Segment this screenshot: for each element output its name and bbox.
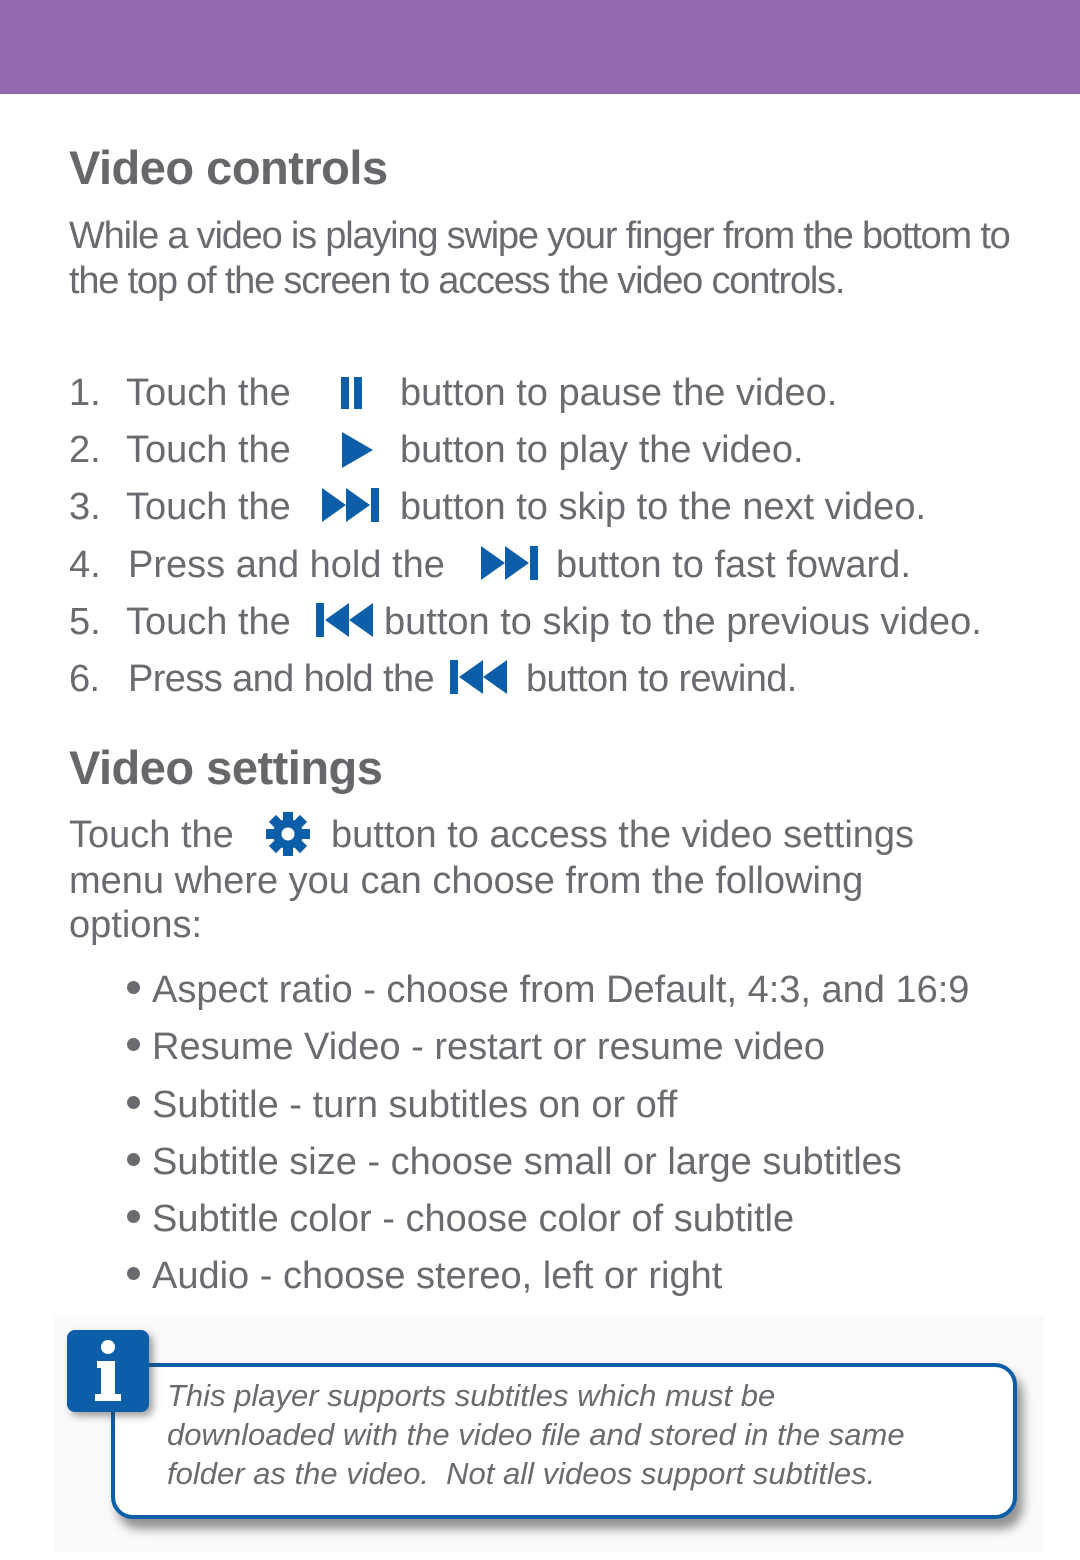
skip-next-icon: [481, 546, 539, 580]
bullet-icon: [127, 1038, 140, 1052]
step-text-after: button to rewind.: [526, 658, 797, 700]
step-text-after: button to play the video.: [400, 429, 804, 471]
note-line: downloaded with the video file and store…: [167, 1417, 905, 1452]
step-text-before: Touch the: [126, 372, 291, 414]
settings-option: Subtitle - turn subtitles on or off: [127, 1080, 677, 1130]
step-text-before: Touch the: [126, 601, 291, 643]
info-icon: [67, 1330, 149, 1412]
header-band: [0, 0, 1080, 94]
option-text: Audio - choose stereo, left or right: [152, 1255, 723, 1297]
note-line: folder as the video. Not all videos supp…: [167, 1456, 876, 1491]
intro-text-before: Touch the: [69, 814, 234, 856]
option-text: Aspect ratio - choose from Default, 4:3,…: [152, 969, 970, 1011]
skip-next-icon: [322, 488, 380, 522]
step-text-after: button to pause the video.: [400, 372, 838, 414]
step-number: 4.: [69, 544, 101, 586]
intro-text-line3: options:: [69, 904, 203, 946]
skip-previous-icon: [316, 603, 374, 637]
intro-text-after: button to access the video settings: [331, 814, 915, 856]
bullet-icon: [127, 1153, 140, 1167]
option-text: Subtitle color - choose color of subtitl…: [152, 1198, 795, 1240]
settings-option: Resume Video - restart or resume video: [127, 1022, 825, 1072]
bullet-icon: [127, 981, 140, 995]
option-text: Subtitle - turn subtitles on or off: [152, 1084, 678, 1126]
video-controls-title: Video controls: [69, 141, 388, 194]
bullet-icon: [127, 1096, 140, 1110]
step-number: 2.: [69, 429, 101, 471]
settings-option: Audio - choose stereo, left or right: [127, 1251, 722, 1301]
step-text-before: Touch the: [126, 486, 291, 528]
settings-option: Subtitle color - choose color of subtitl…: [127, 1194, 794, 1244]
step-number: 1.: [69, 372, 101, 414]
step-text-before: Press and hold the: [128, 544, 445, 586]
note-line: This player supports subtitles which mus…: [167, 1378, 776, 1413]
video-settings-title: Video settings: [69, 741, 383, 794]
bullet-icon: [127, 1267, 140, 1281]
step-text-after: button to fast foward.: [556, 544, 911, 586]
play-icon: [342, 432, 374, 468]
settings-option: Aspect ratio - choose from Default, 4:3,…: [127, 965, 969, 1015]
intro-text-line2: menu where you can choose from the follo…: [69, 860, 864, 902]
gear-icon: [265, 811, 311, 857]
pause-icon: [341, 377, 363, 409]
step-text-after: button to skip to the previous video.: [384, 601, 982, 643]
skip-previous-icon: [450, 660, 508, 694]
note-text: This player supports subtitles which mus…: [167, 1376, 1007, 1493]
step-text-before: Press and hold the: [128, 658, 435, 700]
step-number: 6.: [69, 658, 100, 700]
step-text-after: button to skip to the next video.: [400, 486, 927, 528]
settings-option: Subtitle size - choose small or large su…: [127, 1137, 902, 1187]
step-number: 5.: [69, 601, 101, 643]
bullet-icon: [127, 1210, 140, 1224]
step-text-before: Touch the: [126, 429, 291, 471]
video-controls-intro: While a video is playing swipe your fing…: [69, 215, 1011, 302]
option-text: Resume Video - restart or resume video: [152, 1026, 826, 1068]
step-number: 3.: [69, 486, 101, 528]
option-text: Subtitle size - choose small or large su…: [152, 1141, 902, 1183]
